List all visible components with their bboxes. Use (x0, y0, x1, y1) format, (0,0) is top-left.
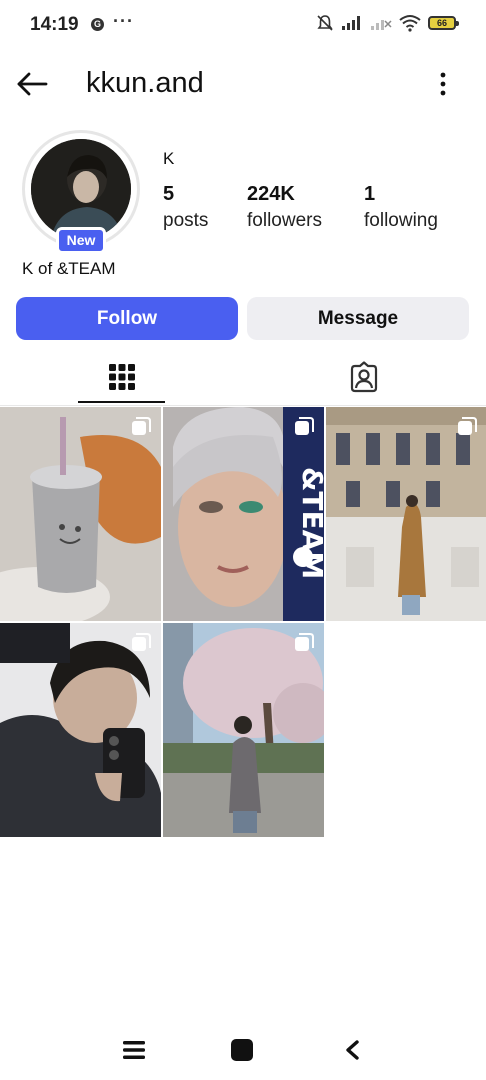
posts-label: posts (163, 210, 209, 231)
post-tile-4[interactable] (0, 623, 161, 837)
multi-photo-icon (132, 417, 151, 435)
home-button[interactable] (222, 1032, 262, 1068)
system-navigation-bar (0, 1020, 486, 1080)
follow-button[interactable]: Follow (16, 297, 238, 340)
message-button[interactable]: Message (247, 297, 469, 340)
display-name: K (163, 149, 175, 168)
multi-photo-icon (295, 633, 314, 651)
signal-icon (342, 16, 360, 30)
avatar[interactable] (31, 139, 131, 239)
following-count: 1 (364, 183, 376, 205)
wifi-icon (399, 15, 421, 32)
mute-icon (317, 15, 333, 31)
tab-tagged[interactable] (320, 348, 407, 406)
tagged-icon (350, 361, 377, 393)
active-tab-indicator (78, 401, 165, 403)
grid-icon (108, 364, 135, 390)
page-title: kkun.and (86, 67, 204, 99)
menu-icon (123, 1041, 145, 1059)
profile-header: kkun.and (0, 60, 486, 106)
cherry-blossom-photo (163, 623, 324, 837)
profile-tabs (0, 348, 486, 406)
post-tile-5[interactable] (163, 623, 324, 837)
home-icon (231, 1039, 253, 1061)
tab-posts-grid[interactable] (78, 348, 165, 406)
magazine-cover-photo: &TEAM (163, 407, 324, 621)
nav-back-button[interactable] (332, 1032, 372, 1068)
museum-photo (326, 407, 486, 621)
tumbler-photo (0, 407, 161, 621)
posts-stat[interactable]: 5 posts (163, 183, 208, 232)
notification-icon: G (91, 18, 104, 31)
mirror-selfie-photo (0, 623, 161, 837)
back-arrow-icon (17, 72, 48, 96)
multi-photo-icon (132, 633, 151, 651)
more-options-button[interactable] (428, 68, 458, 100)
followers-count: 224K (247, 183, 295, 205)
following-label: following (364, 210, 438, 231)
post-tile-2[interactable]: &TEAM (163, 407, 324, 621)
status-time: 14:19 (30, 14, 79, 35)
multi-photo-icon (458, 417, 477, 435)
recent-apps-button[interactable] (114, 1032, 154, 1068)
followers-label: followers (247, 210, 322, 231)
battery-icon: 66 (428, 16, 459, 30)
posts-count: 5 (163, 183, 175, 205)
back-button[interactable] (14, 66, 50, 102)
avatar-image (31, 139, 131, 239)
status-icons: 66 (316, 14, 459, 32)
followers-stat[interactable]: 224K followers (247, 183, 322, 232)
multi-photo-icon (295, 417, 314, 435)
more-notifications-icon: ··· (113, 11, 134, 31)
more-vertical-icon (440, 72, 446, 96)
following-stat[interactable]: 1 following (364, 183, 438, 232)
post-tile-1[interactable] (0, 407, 161, 621)
bio: K of &TEAM (22, 259, 116, 278)
post-tile-3[interactable] (326, 407, 486, 621)
back-icon (346, 1040, 359, 1060)
new-badge: New (56, 227, 106, 254)
signal-no-service-icon (371, 20, 392, 30)
status-bar: 14:19 G ··· 66 (0, 0, 486, 52)
tabs-divider (0, 405, 486, 406)
